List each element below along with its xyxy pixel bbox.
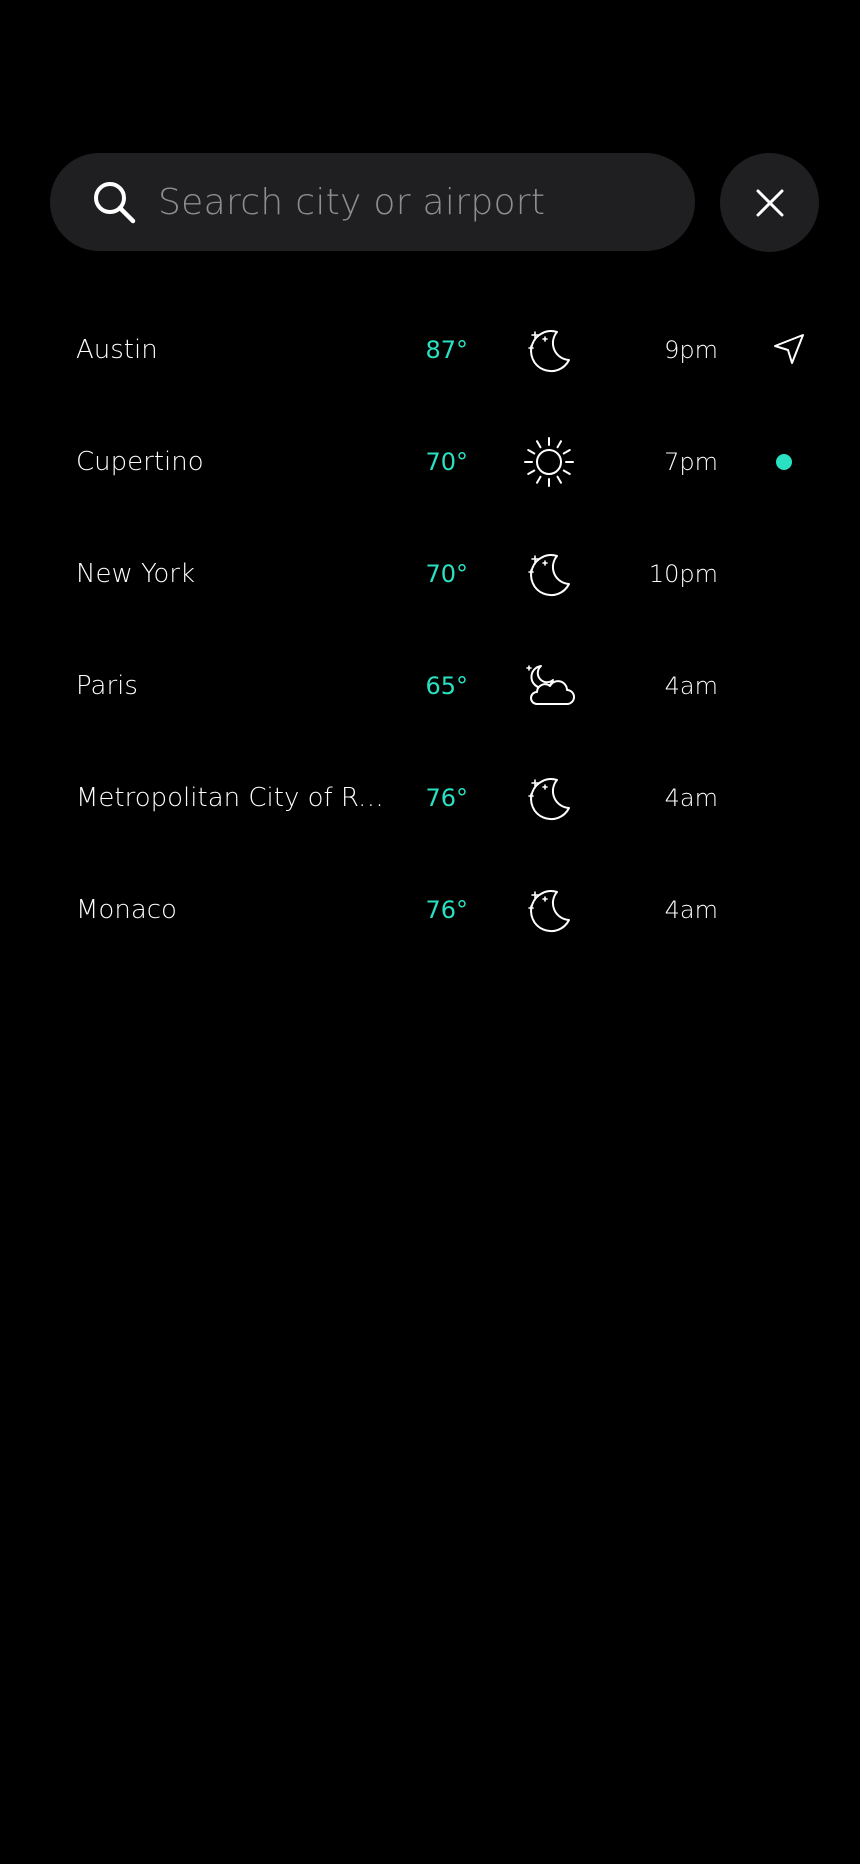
city-search-screen: Austin 87° 9pm Cupertino 70° 7pm New York 70° 10… (0, 0, 860, 1864)
local-time: 7pm (664, 448, 718, 476)
search-bar[interactable] (50, 153, 695, 251)
close-button[interactable] (720, 153, 819, 252)
city-name: Monaco (76, 895, 177, 925)
city-name: Paris (76, 671, 138, 701)
location-row[interactable]: Metropolitan City of Ro... 76° 4am (0, 742, 860, 854)
search-input[interactable] (158, 153, 678, 251)
city-name: Cupertino (76, 447, 204, 477)
moon-stars-icon (523, 772, 575, 824)
moon-cloud-icon (523, 660, 575, 712)
temperature: 70° (425, 448, 468, 476)
local-time: 4am (664, 896, 718, 924)
temperature: 76° (425, 784, 468, 812)
sun-icon (523, 436, 575, 488)
location-row[interactable]: Monaco 76° 4am (0, 854, 860, 966)
location-row[interactable]: Paris 65° 4am (0, 630, 860, 742)
moon-stars-icon (523, 548, 575, 600)
moon-stars-icon (523, 324, 575, 376)
location-row[interactable]: New York 70° 10pm (0, 518, 860, 630)
city-name: New York (76, 559, 196, 589)
temperature: 65° (425, 672, 468, 700)
city-name: Austin (76, 335, 158, 365)
search-icon (94, 182, 136, 224)
city-name: Metropolitan City of Ro... (76, 783, 386, 813)
temperature: 87° (425, 336, 468, 364)
local-time: 9pm (664, 336, 718, 364)
location-row[interactable]: Austin 87° 9pm (0, 294, 860, 406)
moon-stars-icon (523, 884, 575, 936)
local-time: 4am (664, 784, 718, 812)
temperature: 70° (425, 560, 468, 588)
location-arrow-icon (772, 332, 806, 366)
location-row[interactable]: Cupertino 70° 7pm (0, 406, 860, 518)
close-icon (756, 189, 783, 216)
location-list: Austin 87° 9pm Cupertino 70° 7pm New York 70° 10… (0, 294, 860, 966)
local-time: 4am (664, 672, 718, 700)
local-time: 10pm (648, 560, 718, 588)
current-location-dot (776, 454, 792, 470)
temperature: 76° (425, 896, 468, 924)
